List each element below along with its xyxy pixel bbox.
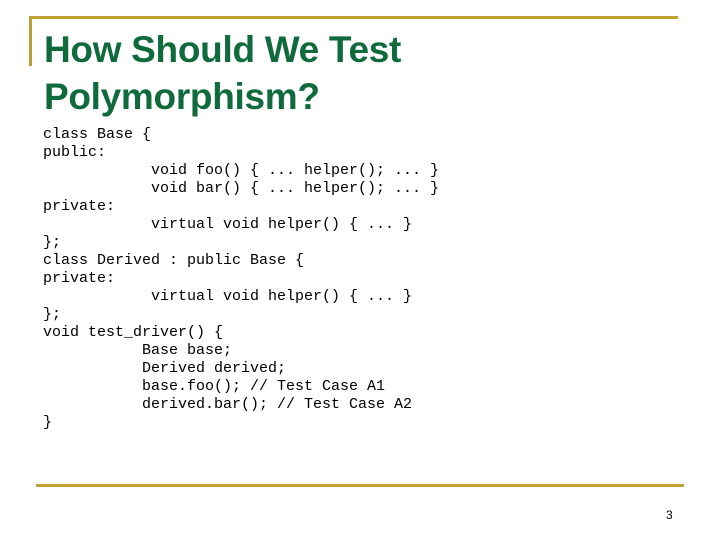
code-line: private:	[43, 198, 116, 215]
code-line: }	[43, 414, 53, 431]
title-left-rule	[29, 16, 32, 66]
code-line: private:	[43, 270, 116, 287]
code-block: class Base {public: void foo() { ... help…	[43, 126, 439, 432]
footer-rule	[36, 484, 684, 487]
code-line: class Derived : public Base {	[43, 252, 305, 269]
code-line: public:	[43, 144, 107, 161]
code-line: void bar() { ... helper(); ... }	[151, 180, 440, 197]
slide-title-line-2: Polymorphism?	[44, 76, 320, 117]
code-line: Base base;	[142, 342, 233, 359]
code-line: };	[43, 234, 62, 251]
code-line: Derived derived;	[142, 360, 287, 377]
code-line: void test_driver() {	[43, 324, 224, 341]
code-line: class Base {	[43, 126, 152, 143]
code-line: };	[43, 306, 62, 323]
code-line: base.foo(); // Test Case A1	[142, 378, 386, 395]
code-line: virtual void helper() { ... }	[151, 216, 413, 233]
slide-title-line-1: How Should We Test	[44, 29, 402, 70]
page-number: 3	[666, 508, 673, 522]
code-line: void foo() { ... helper(); ... }	[151, 162, 440, 179]
code-line: derived.bar(); // Test Case A2	[142, 396, 413, 413]
title-top-rule	[29, 16, 678, 19]
code-line: virtual void helper() { ... }	[151, 288, 413, 305]
slide-title: How Should We Test Polymorphism?	[44, 26, 401, 120]
